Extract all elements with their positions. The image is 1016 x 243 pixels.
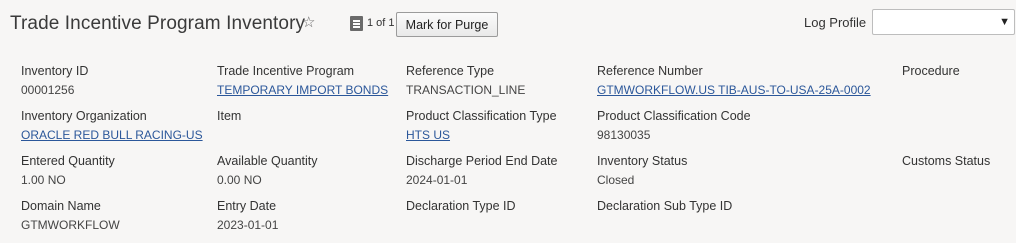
log-profile-label: Log Profile: [804, 15, 867, 30]
field-value: 2024-01-01: [406, 173, 468, 187]
field-label: Discharge Period End Date: [406, 154, 558, 168]
field-entry-date: Entry Date 2023-01-01: [217, 199, 278, 232]
field-inventory-organization: Inventory Organization ORACLE RED BULL R…: [21, 109, 203, 142]
field-trade-incentive-program: Trade Incentive Program TEMPORARY IMPORT…: [217, 64, 388, 97]
field-procedure: Procedure: [902, 64, 960, 83]
inventory-organization-link[interactable]: ORACLE RED BULL RACING-US: [21, 128, 203, 142]
field-label: Product Classification Code: [597, 109, 751, 123]
field-label: Entry Date: [217, 199, 277, 213]
field-label: Declaration Type ID: [406, 199, 516, 213]
field-label: Domain Name: [21, 199, 101, 213]
record-list-icon: [350, 16, 363, 31]
field-entered-quantity: Entered Quantity 1.00 NO: [21, 154, 115, 187]
field-inventory-status: Inventory Status Closed: [597, 154, 687, 187]
field-product-classification-type: Product Classification Type HTS US: [406, 109, 557, 142]
field-label: Declaration Sub Type ID: [597, 199, 733, 213]
field-label: Trade Incentive Program: [217, 64, 355, 78]
field-value: TRANSACTION_LINE: [406, 83, 526, 97]
page-title: Trade Incentive Program Inventory: [10, 13, 306, 34]
field-reference-number: Reference Number GTMWORKFLOW.US TIB-AUS-…: [597, 64, 871, 97]
field-value: 1.00 NO: [21, 173, 66, 187]
field-label: Entered Quantity: [21, 154, 115, 168]
field-label: Item: [217, 109, 242, 123]
field-available-quantity: Available Quantity 0.00 NO: [217, 154, 318, 187]
field-declaration-type-id: Declaration Type ID: [406, 199, 516, 218]
field-value: 98130035: [597, 128, 651, 142]
field-label: Product Classification Type: [406, 109, 557, 123]
star-icon[interactable]: ☆: [302, 13, 315, 31]
field-label: Reference Type: [406, 64, 495, 78]
reference-number-link[interactable]: GTMWORKFLOW.US TIB-AUS-TO-USA-25A-0002: [597, 83, 871, 97]
field-value: 0.00 NO: [217, 173, 262, 187]
trade-incentive-program-link[interactable]: TEMPORARY IMPORT BONDS: [217, 83, 388, 97]
field-inventory-id: Inventory ID 00001256: [21, 64, 88, 97]
field-product-classification-code: Product Classification Code 98130035: [597, 109, 751, 142]
chevron-down-icon: ▼: [999, 16, 1010, 28]
field-label: Inventory Status: [597, 154, 688, 168]
field-customs-status: Customs Status: [902, 154, 990, 173]
field-label: Procedure: [902, 64, 960, 78]
field-discharge-period-end-date: Discharge Period End Date 2024-01-01: [406, 154, 557, 187]
product-classification-type-link[interactable]: HTS US: [406, 128, 557, 142]
field-label: Inventory Organization: [21, 109, 147, 123]
field-label: Inventory ID: [21, 64, 89, 78]
field-reference-type: Reference Type TRANSACTION_LINE: [406, 64, 525, 97]
log-profile-select[interactable]: ▼: [872, 9, 1015, 35]
field-label: Customs Status: [902, 154, 991, 168]
field-item: Item: [217, 109, 241, 128]
field-value: GTMWORKFLOW: [21, 218, 120, 232]
field-label: Reference Number: [597, 64, 703, 78]
page-header: Trade Incentive Program Inventory ☆ 1 of…: [0, 0, 1016, 50]
field-declaration-sub-type-id: Declaration Sub Type ID: [597, 199, 732, 218]
field-domain-name: Domain Name GTMWORKFLOW: [21, 199, 120, 232]
field-value: 2023-01-01: [217, 218, 279, 232]
field-value: 00001256: [21, 83, 75, 97]
field-value: Closed: [597, 173, 635, 187]
field-label: Available Quantity: [217, 154, 318, 168]
mark-for-purge-button[interactable]: Mark for Purge: [396, 12, 498, 37]
record-count: 1 of 1: [367, 17, 395, 29]
